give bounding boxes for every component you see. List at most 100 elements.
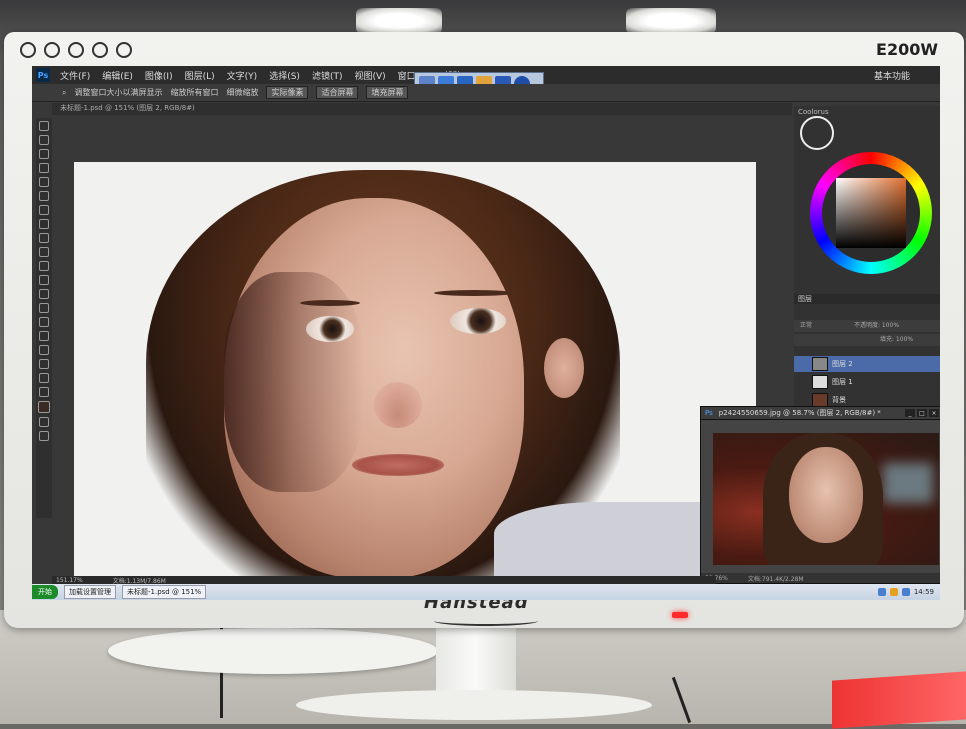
menu-view[interactable]: 视图(V) (354, 69, 385, 82)
right-panels: Coolorus 图层 正常 不透明度: 100% 填充: 100% 图层 2 … (794, 106, 940, 407)
zoom-tool-icon[interactable] (39, 387, 49, 397)
bezel-icon (44, 42, 60, 58)
menu-edit[interactable]: 编辑(E) (102, 69, 133, 82)
tools-panel (36, 118, 52, 518)
reference-window[interactable]: Ps p2424550659.jpg @ 58.7% (图层 2, RGB/8#… (700, 406, 940, 584)
reference-doc-size: 文档:791.4K/2.28M (747, 575, 804, 583)
bezel-icon (92, 42, 108, 58)
gradient-tool-icon[interactable] (39, 275, 49, 285)
current-color-swatch[interactable] (800, 116, 834, 150)
layer-thumbnail (812, 357, 828, 371)
taskbar-item[interactable]: 加载设置管理 (64, 585, 116, 599)
screen-mode-icon[interactable] (39, 431, 49, 441)
menu-type[interactable]: 文字(Y) (227, 69, 258, 82)
eyedropper-tool-icon[interactable] (39, 191, 49, 201)
layer-thumbnail (812, 375, 828, 389)
monitor-model: E200W (876, 40, 938, 59)
dodge-tool-icon[interactable] (39, 303, 49, 313)
clock[interactable]: 14:59 (914, 588, 934, 596)
start-button[interactable]: 开始 (32, 585, 58, 599)
opacity-label[interactable]: 不透明度: 100% (854, 322, 899, 329)
blur-tool-icon[interactable] (39, 289, 49, 299)
ear (544, 338, 584, 398)
status-bar: 151.17% 文档:1.13M/7.86M (52, 576, 716, 584)
reference-window-titlebar[interactable]: Ps p2424550659.jpg @ 58.7% (图层 2, RGB/8#… (701, 407, 940, 420)
tray-icon[interactable] (901, 588, 910, 596)
option-zoom-all[interactable]: 缩放所有窗口 (170, 87, 218, 98)
menu-select[interactable]: 选择(S) (269, 69, 300, 82)
lasso-tool-icon[interactable] (39, 149, 49, 159)
type-tool-icon[interactable] (39, 331, 49, 341)
option-scrubby-zoom[interactable]: 细微缩放 (226, 87, 258, 98)
workspace-label[interactable]: 基本功能 (874, 69, 910, 82)
document-tab[interactable]: 未标题-1.psd @ 151% (图层 2, RGB/8#) (52, 103, 792, 115)
monitor-stand-neck (436, 626, 516, 696)
photo-face (789, 447, 863, 543)
fit-screen-button[interactable]: 适合屏幕 (316, 86, 359, 99)
layer-row[interactable]: 图层 1 (794, 374, 940, 390)
layer-name: 图层 2 (832, 360, 853, 368)
healing-tool-icon[interactable] (39, 205, 49, 215)
color-wheel[interactable] (810, 152, 932, 274)
quick-mask-icon[interactable] (39, 417, 49, 427)
bezel-icon (20, 42, 36, 58)
saturation-square[interactable] (836, 178, 906, 248)
menu-layer[interactable]: 图层(L) (185, 69, 215, 82)
right-eye (450, 308, 506, 334)
power-led (672, 612, 688, 618)
quick-select-tool-icon[interactable] (39, 163, 49, 173)
zoom-level[interactable]: 151.17% (56, 577, 83, 584)
fill-screen-button[interactable]: 填充屏幕 (366, 86, 409, 99)
maximize-icon[interactable]: □ (917, 409, 927, 417)
layers-panel-title: 图层 (794, 294, 940, 304)
path-select-tool-icon[interactable] (39, 345, 49, 355)
photo-background-light (883, 463, 933, 503)
foreground-color-swatch[interactable] (38, 401, 50, 413)
reference-status-bar: 58.76% 文档:791.4K/2.28M (701, 573, 940, 583)
monitor-stand-base (108, 628, 438, 674)
ceiling-light (626, 8, 716, 34)
shape-tool-icon[interactable] (39, 359, 49, 369)
blend-mode-select[interactable]: 正常 (800, 322, 812, 329)
doc-size: 文档:1.13M/7.86M (112, 577, 166, 585)
hand-tool-icon[interactable] (39, 373, 49, 383)
reference-window-title: p2424550659.jpg @ 58.7% (图层 2, RGB/8#) * (718, 409, 881, 417)
taskbar-item[interactable]: 未标题-1.psd @ 151% (122, 585, 207, 599)
bezel-icon (116, 42, 132, 58)
pen-tool-icon[interactable] (39, 317, 49, 327)
reference-ps-icon: Ps (705, 409, 713, 417)
monitor-stand-foot (296, 690, 652, 720)
screen: Ps 文件(F) 编辑(E) 图像(I) 图层(L) 文字(Y) 选择(S) 滤… (32, 66, 940, 584)
menu-file[interactable]: 文件(F) (60, 69, 90, 82)
brush-tool-icon[interactable] (39, 219, 49, 229)
close-icon[interactable]: × (929, 409, 939, 417)
history-brush-tool-icon[interactable] (39, 247, 49, 257)
move-tool-icon[interactable] (39, 121, 49, 131)
option-resize-windows[interactable]: 调整窗口大小以满屏显示 (74, 87, 162, 98)
red-box (832, 671, 966, 729)
tray-icon[interactable] (889, 588, 898, 596)
crop-tool-icon[interactable] (39, 177, 49, 187)
painting-canvas[interactable] (74, 162, 756, 576)
bezel-icons (20, 42, 132, 58)
layer-name: 图层 1 (832, 378, 853, 386)
layer-thumbnail (812, 393, 828, 407)
eraser-tool-icon[interactable] (39, 261, 49, 271)
brand-swoosh (434, 616, 538, 626)
clone-stamp-tool-icon[interactable] (39, 233, 49, 243)
zoom-tool-icon[interactable]: ⌕ (62, 88, 66, 98)
marquee-tool-icon[interactable] (39, 135, 49, 145)
photoshop-logo-icon: Ps (36, 68, 50, 82)
minimize-icon[interactable]: _ (905, 409, 915, 417)
actual-pixels-button[interactable]: 实际像素 (266, 86, 309, 99)
right-eyebrow (434, 290, 514, 296)
system-tray: 14:59 (877, 588, 940, 596)
tray-icon[interactable] (877, 588, 886, 596)
fill-label[interactable]: 填充: 100% (880, 336, 913, 343)
layer-row[interactable]: 图层 2 (794, 356, 940, 372)
menu-filter[interactable]: 滤镜(T) (312, 69, 343, 82)
windows-taskbar: 开始 加载设置管理 未标题-1.psd @ 151% 14:59 (32, 584, 940, 600)
monitor: E200W Hanstead Ps 文件(F) 编辑(E) 图像(I) 图层(L… (4, 32, 964, 628)
bezel-icon (68, 42, 84, 58)
menu-image[interactable]: 图像(I) (145, 69, 173, 82)
